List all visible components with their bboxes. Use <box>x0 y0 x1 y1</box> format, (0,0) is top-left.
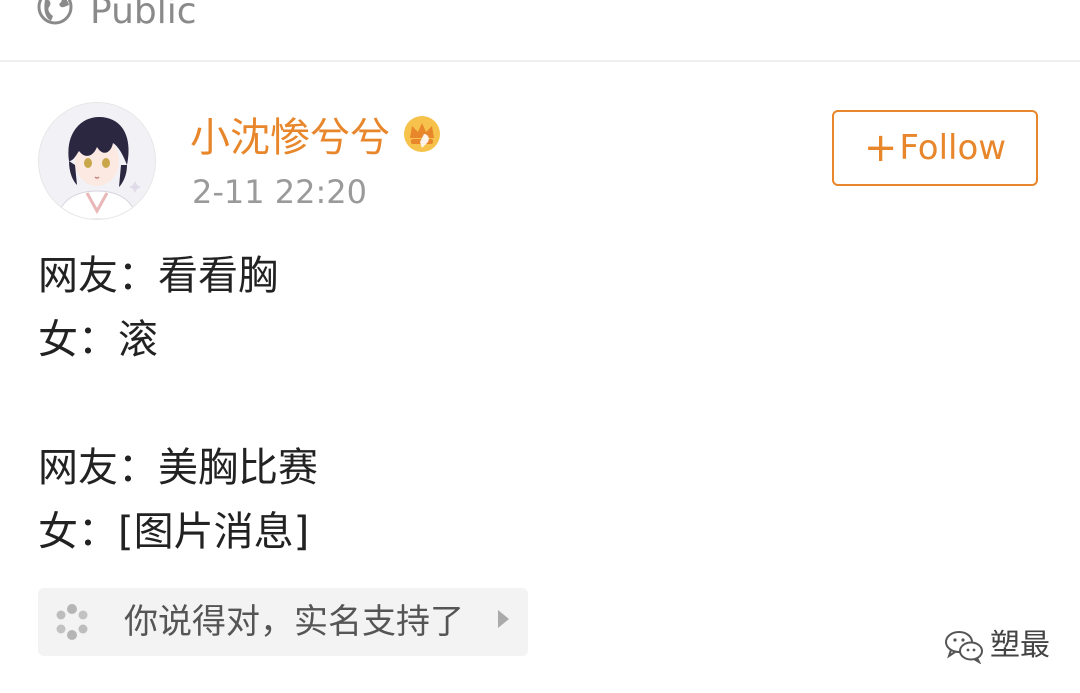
topic-link[interactable]: 你说得对，实名支持了 <box>38 588 528 656</box>
follow-button[interactable]: + Follow <box>832 110 1038 186</box>
wechat-icon <box>945 631 983 664</box>
post-line: 网友：美胸比赛 <box>38 445 318 491</box>
globe-icon <box>37 0 73 25</box>
plus-icon: + <box>863 125 898 171</box>
watermark: 塑最 <box>944 622 1050 670</box>
post-card: Public 小沈惨兮兮 2-11 22:20 + Follow 网友：看看胸 … <box>0 0 1080 693</box>
loading-spinner-icon <box>56 604 88 640</box>
post-line: 女：滚 <box>38 317 158 363</box>
avatar[interactable] <box>38 102 156 220</box>
follow-button-label: Follow <box>899 128 1007 168</box>
post-line-blank <box>38 372 1038 436</box>
crown-icon <box>404 116 440 152</box>
post-line: 网友：看看胸 <box>38 253 278 299</box>
watermark-text: 塑最 <box>990 628 1050 663</box>
author-name[interactable]: 小沈惨兮兮 <box>190 114 390 162</box>
chevron-right-icon <box>498 610 509 628</box>
topic-label: 你说得对，实名支持了 <box>124 602 464 642</box>
post-text: 网友：看看胸 女：滚 网友：美胸比赛 女：[图片消息] <box>38 244 1038 564</box>
avatar-image <box>39 103 155 219</box>
post-timestamp: 2-11 22:20 <box>192 173 368 211</box>
visibility-label: Public <box>90 0 197 32</box>
post-line: 女：[图片消息] <box>38 509 310 555</box>
visibility-bar: Public <box>0 0 1080 62</box>
